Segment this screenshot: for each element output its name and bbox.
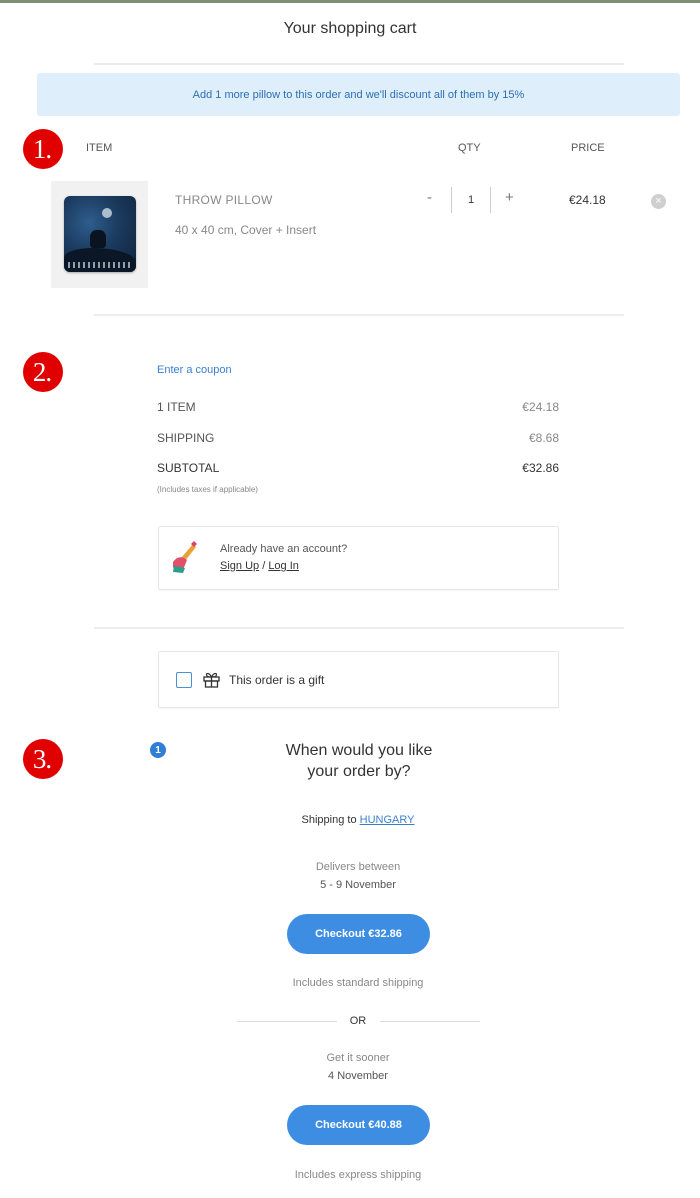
delivery-question-line2: your order by?	[307, 763, 411, 780]
discount-banner: Add 1 more pillow to this order and we'l…	[37, 73, 680, 116]
pencil-hand-icon	[173, 541, 197, 573]
product-thumbnail[interactable]	[51, 181, 148, 288]
step-number-badge: 1	[150, 742, 166, 758]
item-price: €24.18	[569, 193, 606, 207]
section-marker-1: 1.	[23, 129, 63, 169]
shipping-destination: Shipping to HUNGARY	[0, 814, 700, 826]
page-title: Your shopping cart	[283, 20, 417, 37]
checkout-standard-button[interactable]: Checkout €32.86	[287, 914, 430, 954]
quantity-decrease-button[interactable]: -	[427, 189, 432, 206]
gift-checkbox[interactable]	[176, 672, 192, 688]
account-prompt: Already have an account?	[220, 543, 348, 555]
divider	[94, 314, 624, 316]
delivery-question-line1: When would you like	[285, 742, 433, 759]
or-label: OR	[349, 1015, 367, 1027]
divider	[94, 627, 624, 629]
link-separator: /	[259, 560, 269, 572]
checkout-express-button[interactable]: Checkout €40.88	[287, 1105, 430, 1145]
pillow-image	[64, 196, 136, 272]
tax-note: (Includes taxes if applicable)	[157, 485, 258, 494]
express-delivery-line1: Get it sooner	[326, 1052, 390, 1064]
quantity-value: 1	[467, 194, 475, 206]
account-links: Sign Up / Log In	[220, 560, 299, 572]
quantity-input[interactable]: 1	[451, 187, 491, 213]
summary-shipping-value: €8.68	[528, 431, 559, 445]
enter-coupon-link[interactable]: Enter a coupon	[157, 364, 232, 376]
sign-up-link[interactable]: Sign Up	[220, 560, 259, 572]
standard-delivery-window: Delivers between 5 - 9 November	[0, 858, 700, 894]
summary-items-value: €24.18	[522, 400, 559, 414]
column-header-item: ITEM	[86, 142, 113, 154]
remove-item-button[interactable]: ×	[651, 194, 666, 209]
express-shipping-note: Includes express shipping	[294, 1169, 422, 1181]
divider	[94, 63, 624, 65]
standard-delivery-line1: Delivers between	[315, 861, 401, 873]
shipping-country-link[interactable]: HUNGARY	[360, 814, 415, 826]
shipping-prefix: Shipping to	[301, 814, 360, 826]
gift-option-box[interactable]: This order is a gift	[158, 651, 559, 708]
summary-subtotal-label: SUBTOTAL	[157, 461, 220, 475]
or-divider-left	[237, 1021, 337, 1022]
quantity-increase-button[interactable]: +	[505, 189, 514, 206]
delivery-question: When would you like your order by?	[259, 740, 459, 782]
express-delivery-line2: 4 November	[328, 1070, 388, 1082]
summary-subtotal-value: €32.86	[522, 461, 559, 475]
account-box: Already have an account? Sign Up / Log I…	[158, 526, 559, 590]
standard-shipping-note: Includes standard shipping	[292, 977, 424, 989]
product-description: 40 x 40 cm, Cover + Insert	[175, 223, 317, 237]
gift-label: This order is a gift	[229, 673, 325, 687]
log-in-link[interactable]: Log In	[268, 560, 299, 572]
section-marker-2: 2.	[23, 352, 63, 392]
column-header-price: PRICE	[571, 142, 605, 154]
column-header-qty: QTY	[458, 142, 481, 154]
close-circle-icon: ×	[655, 195, 662, 207]
standard-delivery-line2: 5 - 9 November	[320, 879, 396, 891]
product-name[interactable]: THROW PILLOW	[175, 193, 273, 207]
top-border	[0, 0, 700, 3]
summary-items-label: 1 ITEM	[157, 400, 196, 414]
discount-banner-text: Add 1 more pillow to this order and we'l…	[192, 88, 525, 101]
or-divider-right	[380, 1021, 480, 1022]
express-delivery-window: Get it sooner 4 November	[0, 1049, 700, 1085]
gift-icon	[203, 672, 220, 688]
section-marker-3: 3.	[23, 739, 63, 779]
summary-shipping-label: SHIPPING	[157, 431, 215, 445]
